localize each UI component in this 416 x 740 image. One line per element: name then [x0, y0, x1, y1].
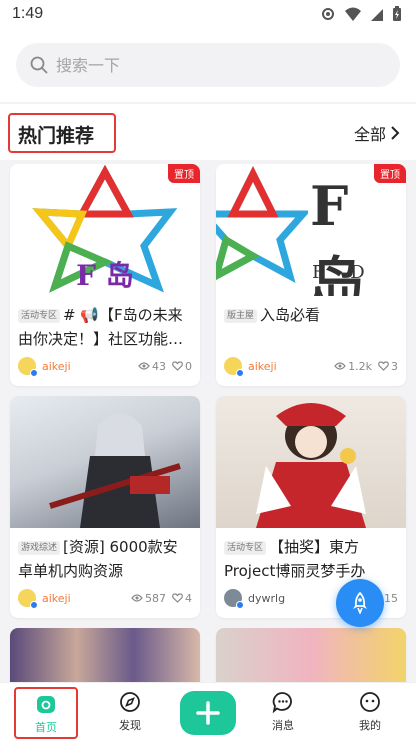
home-icon — [37, 696, 55, 713]
like-count[interactable]: 15 — [384, 592, 398, 605]
status-bar: 1:49 — [0, 0, 416, 30]
compass-icon — [120, 692, 140, 712]
chevron-right-icon — [391, 126, 400, 140]
battery-icon — [393, 6, 401, 21]
settings-icon — [322, 8, 334, 20]
signal-icon — [371, 9, 383, 21]
tab-label: 消息 — [272, 719, 294, 732]
pinned-badge: 置顶 — [168, 164, 200, 183]
post-card[interactable] — [216, 628, 406, 682]
tab-label: 发现 — [119, 719, 141, 732]
view-count: 43 — [138, 360, 166, 373]
search-icon — [30, 56, 48, 74]
post-footer: aikeji 1.2k 3 — [216, 351, 406, 381]
bottom-tab-bar: 首页 发现 消息 我的 — [0, 682, 416, 740]
rocket-icon — [353, 592, 367, 614]
post-footer: aikeji 43 0 — [10, 351, 200, 381]
search-input[interactable] — [56, 55, 356, 75]
verified-icon — [30, 369, 38, 377]
tab-home[interactable]: 首页 — [14, 687, 78, 739]
post-image — [10, 628, 200, 682]
author-name[interactable]: aikeji — [42, 360, 138, 373]
avatar[interactable] — [224, 589, 244, 609]
tab-label: 我的 — [359, 719, 381, 732]
status-icons — [320, 6, 402, 22]
view-count: 1.2k — [334, 360, 372, 373]
eye-icon — [131, 594, 143, 602]
logo-subtext: F D A — [312, 262, 375, 296]
verified-icon — [30, 601, 38, 609]
tab-label: 首页 — [35, 721, 57, 734]
post-tag: 活动专区 — [18, 309, 61, 323]
verified-icon — [236, 601, 244, 609]
search-box[interactable] — [16, 43, 400, 87]
heart-icon — [172, 361, 183, 371]
post-image — [216, 628, 406, 682]
post-card[interactable] — [10, 628, 200, 682]
post-card[interactable]: F 岛 置顶 活动专区 # 📢【F岛の未来由你决定！】社区功能… aikeji 4… — [10, 164, 200, 386]
cosplay-photo — [49, 413, 181, 528]
search-area — [0, 30, 416, 102]
status-time: 1:49 — [12, 5, 44, 22]
plus-icon — [196, 701, 220, 725]
post-image: F 岛 置顶 — [10, 164, 200, 296]
tab-profile[interactable]: 我的 — [330, 683, 410, 740]
rocket-fab-button[interactable] — [336, 579, 384, 627]
figure-photo — [256, 403, 366, 528]
avatar[interactable] — [18, 357, 38, 377]
like-count[interactable]: 3 — [378, 360, 398, 373]
post-title: 版主屋 入岛必看 — [224, 303, 398, 351]
tab-messages[interactable]: 消息 — [243, 683, 323, 740]
logo-text: F 岛 — [76, 259, 134, 292]
see-all-label: 全部 — [353, 125, 386, 144]
section-header: 热门推荐 全部 — [0, 104, 416, 160]
heart-icon — [378, 361, 389, 371]
section-title: 热门推荐 — [8, 113, 116, 153]
see-all-link[interactable]: 全部 — [354, 121, 400, 145]
avatar[interactable] — [18, 589, 38, 609]
post-tag: 游戏综述 — [18, 541, 61, 555]
pinned-badge: 置顶 — [374, 164, 406, 183]
chat-icon — [272, 692, 292, 713]
post-image: F岛 F D A 置顶 — [216, 164, 406, 296]
author-name[interactable]: aikeji — [248, 360, 334, 373]
avatar[interactable] — [224, 357, 244, 377]
tab-discover[interactable]: 发现 — [90, 683, 170, 740]
post-title: 游戏综述 [资源] 6000款安卓单机内购资源 — [18, 538, 178, 580]
post-title: 活动专区 【抽奖】東方Project博丽灵梦手办 — [224, 538, 366, 580]
wifi-icon — [345, 7, 361, 21]
view-count: 587 — [131, 592, 166, 605]
eye-icon — [334, 362, 346, 370]
post-image — [216, 396, 406, 528]
like-count[interactable]: 4 — [172, 592, 192, 605]
like-count[interactable]: 0 — [172, 360, 192, 373]
eye-icon — [138, 362, 150, 370]
add-post-button[interactable] — [180, 691, 236, 735]
post-tag: 活动专区 — [224, 541, 267, 555]
profile-face-icon — [360, 692, 380, 712]
post-title: 活动专区 # 📢【F岛の未来由你决定！】社区功能… — [18, 306, 184, 348]
post-image — [10, 396, 200, 528]
post-footer: aikeji 587 4 — [10, 583, 200, 613]
heart-icon — [172, 593, 183, 603]
post-tag: 版主屋 — [224, 309, 258, 323]
forum-logo-image — [216, 166, 308, 283]
post-card[interactable]: 游戏综述 [资源] 6000款安卓单机内购资源 aikeji 587 4 — [10, 396, 200, 618]
post-card[interactable]: 活动专区 【抽奖】東方Project博丽灵梦手办 dywrlg 15 — [216, 396, 406, 618]
post-card[interactable]: F岛 F D A 置顶 版主屋 入岛必看 aikeji 1.2k 3 — [216, 164, 406, 386]
author-name[interactable]: aikeji — [42, 592, 131, 605]
verified-icon — [236, 369, 244, 377]
